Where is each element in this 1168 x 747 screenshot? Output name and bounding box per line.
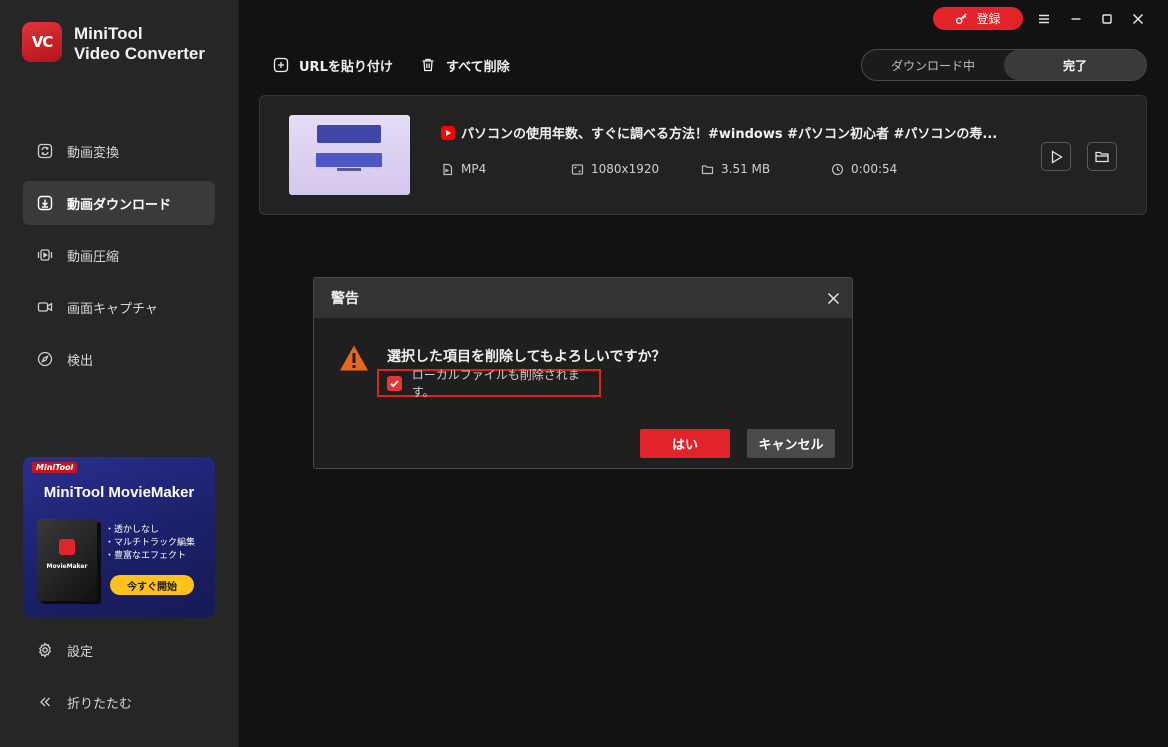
promo-brand-badge: MiniTool <box>32 462 78 473</box>
checkbox-label: ローカルファイルも削除されます。 <box>411 368 580 399</box>
confirm-yes-button[interactable]: はい <box>640 429 730 458</box>
thumbnail-monitor-stand <box>337 168 361 171</box>
thumbnail-title-banner <box>317 125 381 143</box>
moviemaker-promo-banner[interactable]: MiniTool MiniTool MovieMaker MovieMaker … <box>23 457 215 617</box>
resolution-value: 1080x1920 <box>591 162 660 176</box>
download-item[interactable]: パソコンの使用年数、すぐに調べる方法！#windows #パソコン初心者 #パソ… <box>259 95 1147 215</box>
clock-icon <box>831 163 844 175</box>
sidebar: VC MiniTool Video Converter 動画変換 動画ダウンロー… <box>0 0 239 747</box>
open-folder-button[interactable] <box>1087 142 1117 171</box>
duration-meta: 0:00:54 <box>831 162 897 176</box>
promo-feature: ・マルチトラック編集 <box>105 538 196 548</box>
sidebar-item-capture[interactable]: 画面キャプチャ <box>23 285 215 329</box>
folder-icon <box>701 164 714 174</box>
double-chevron-left-icon <box>37 694 53 710</box>
plus-square-icon <box>273 57 289 73</box>
promo-title: MiniTool MovieMaker <box>43 484 195 501</box>
paste-url-button[interactable]: URLを貼り付け <box>273 54 393 76</box>
dialog-header: 警告 <box>314 278 852 318</box>
tab-downloading[interactable]: ダウンロード中 <box>862 50 1004 80</box>
thumbnail-monitor <box>316 153 382 167</box>
close-icon <box>1132 13 1144 25</box>
register-button[interactable]: 登録 <box>933 7 1023 30</box>
delete-local-files-checkbox[interactable]: ローカルファイルも削除されます。 <box>377 368 601 399</box>
download-status-tabs: ダウンロード中 完了 <box>861 49 1147 81</box>
format-meta: MP4 <box>441 162 486 176</box>
compress-icon <box>37 247 53 263</box>
camera-icon <box>37 299 53 315</box>
sidebar-item-settings[interactable]: 設定 <box>23 628 215 672</box>
close-window-button[interactable] <box>1128 9 1148 29</box>
sidebar-item-compress[interactable]: 動画圧縮 <box>23 233 215 277</box>
sidebar-item-label: 動画変換 <box>67 145 120 161</box>
promo-feature: ・透かしなし <box>105 525 160 535</box>
app-name-line2: Video Converter <box>74 44 206 63</box>
promo-start-button[interactable]: 今すぐ開始 <box>110 575 194 595</box>
video-title-text: パソコンの使用年数、すぐに調べる方法！#windows #パソコン初心者 #パソ… <box>461 127 998 142</box>
close-icon <box>827 292 839 304</box>
sidebar-item-label: 動画ダウンロード <box>67 197 172 213</box>
moviemaker-box-image: MovieMaker <box>37 519 97 601</box>
menu-button[interactable] <box>1034 9 1054 29</box>
promo-box-label: MovieMaker <box>46 563 88 570</box>
video-thumbnail <box>289 115 410 195</box>
dialog-message: 選択した項目を削除してもよろしいですか？ <box>387 349 666 365</box>
promo-features: ・透かしなし ・マルチトラック編集 ・豊富なエフェクト <box>105 524 195 563</box>
sidebar-item-discover[interactable]: 検出 <box>23 337 215 381</box>
register-label: 登録 <box>976 12 1001 26</box>
hamburger-icon <box>1039 14 1049 24</box>
download-icon <box>37 195 53 211</box>
sidebar-item-convert[interactable]: 動画変換 <box>23 129 215 173</box>
paste-url-label: URLを貼り付け <box>299 59 393 75</box>
sidebar-item-label: 検出 <box>67 353 94 369</box>
cancel-button[interactable]: キャンセル <box>747 429 835 458</box>
resolution-icon <box>571 163 584 175</box>
video-title: パソコンの使用年数、すぐに調べる方法！#windows #パソコン初心者 #パソ… <box>441 123 997 142</box>
delete-all-label: すべて削除 <box>446 59 510 75</box>
duration-value: 0:00:54 <box>851 162 898 176</box>
minimize-button[interactable] <box>1066 9 1086 29</box>
sidebar-item-label: 画面キャプチャ <box>67 301 158 317</box>
resolution-meta: 1080x1920 <box>571 162 659 176</box>
app-logo: VC <box>22 22 62 62</box>
youtube-icon <box>441 125 455 140</box>
sidebar-item-download[interactable]: 動画ダウンロード <box>23 181 215 225</box>
play-button[interactable] <box>1041 142 1071 171</box>
convert-icon <box>37 143 53 159</box>
app-name-line1: MiniTool <box>74 24 143 43</box>
play-icon <box>1051 149 1063 164</box>
sidebar-item-label: 折りたたむ <box>67 696 133 712</box>
sidebar-item-label: 動画圧縮 <box>67 249 120 265</box>
trash-icon <box>422 58 434 72</box>
dialog-close-button[interactable] <box>824 289 842 307</box>
warning-dialog: 警告 選択した項目を削除してもよろしいですか？ ローカルファイルも削除されます。… <box>313 277 853 469</box>
warning-icon <box>340 345 368 371</box>
format-value: MP4 <box>461 162 487 176</box>
dialog-title: 警告 <box>331 291 359 307</box>
maximize-icon <box>1102 14 1112 24</box>
moviemaker-icon <box>59 539 75 555</box>
size-meta: 3.51 MB <box>701 162 770 176</box>
size-value: 3.51 MB <box>721 162 771 176</box>
delete-all-button[interactable]: すべて削除 <box>420 54 510 76</box>
logo-text: VC <box>31 33 54 51</box>
compass-icon <box>37 351 53 367</box>
app-name: MiniTool Video Converter <box>74 24 205 64</box>
promo-feature: ・豊富なエフェクト <box>105 551 187 561</box>
gear-icon <box>37 642 53 658</box>
file-icon <box>443 163 453 175</box>
sidebar-item-label: 設定 <box>67 644 94 660</box>
folder-icon <box>1095 151 1109 162</box>
tab-completed[interactable]: 完了 <box>1004 50 1146 80</box>
sidebar-collapse[interactable]: 折りたたむ <box>23 680 215 724</box>
key-icon <box>956 13 968 25</box>
checkbox-checked-icon[interactable] <box>387 375 402 391</box>
maximize-button[interactable] <box>1097 9 1117 29</box>
minimize-icon <box>1071 18 1081 20</box>
